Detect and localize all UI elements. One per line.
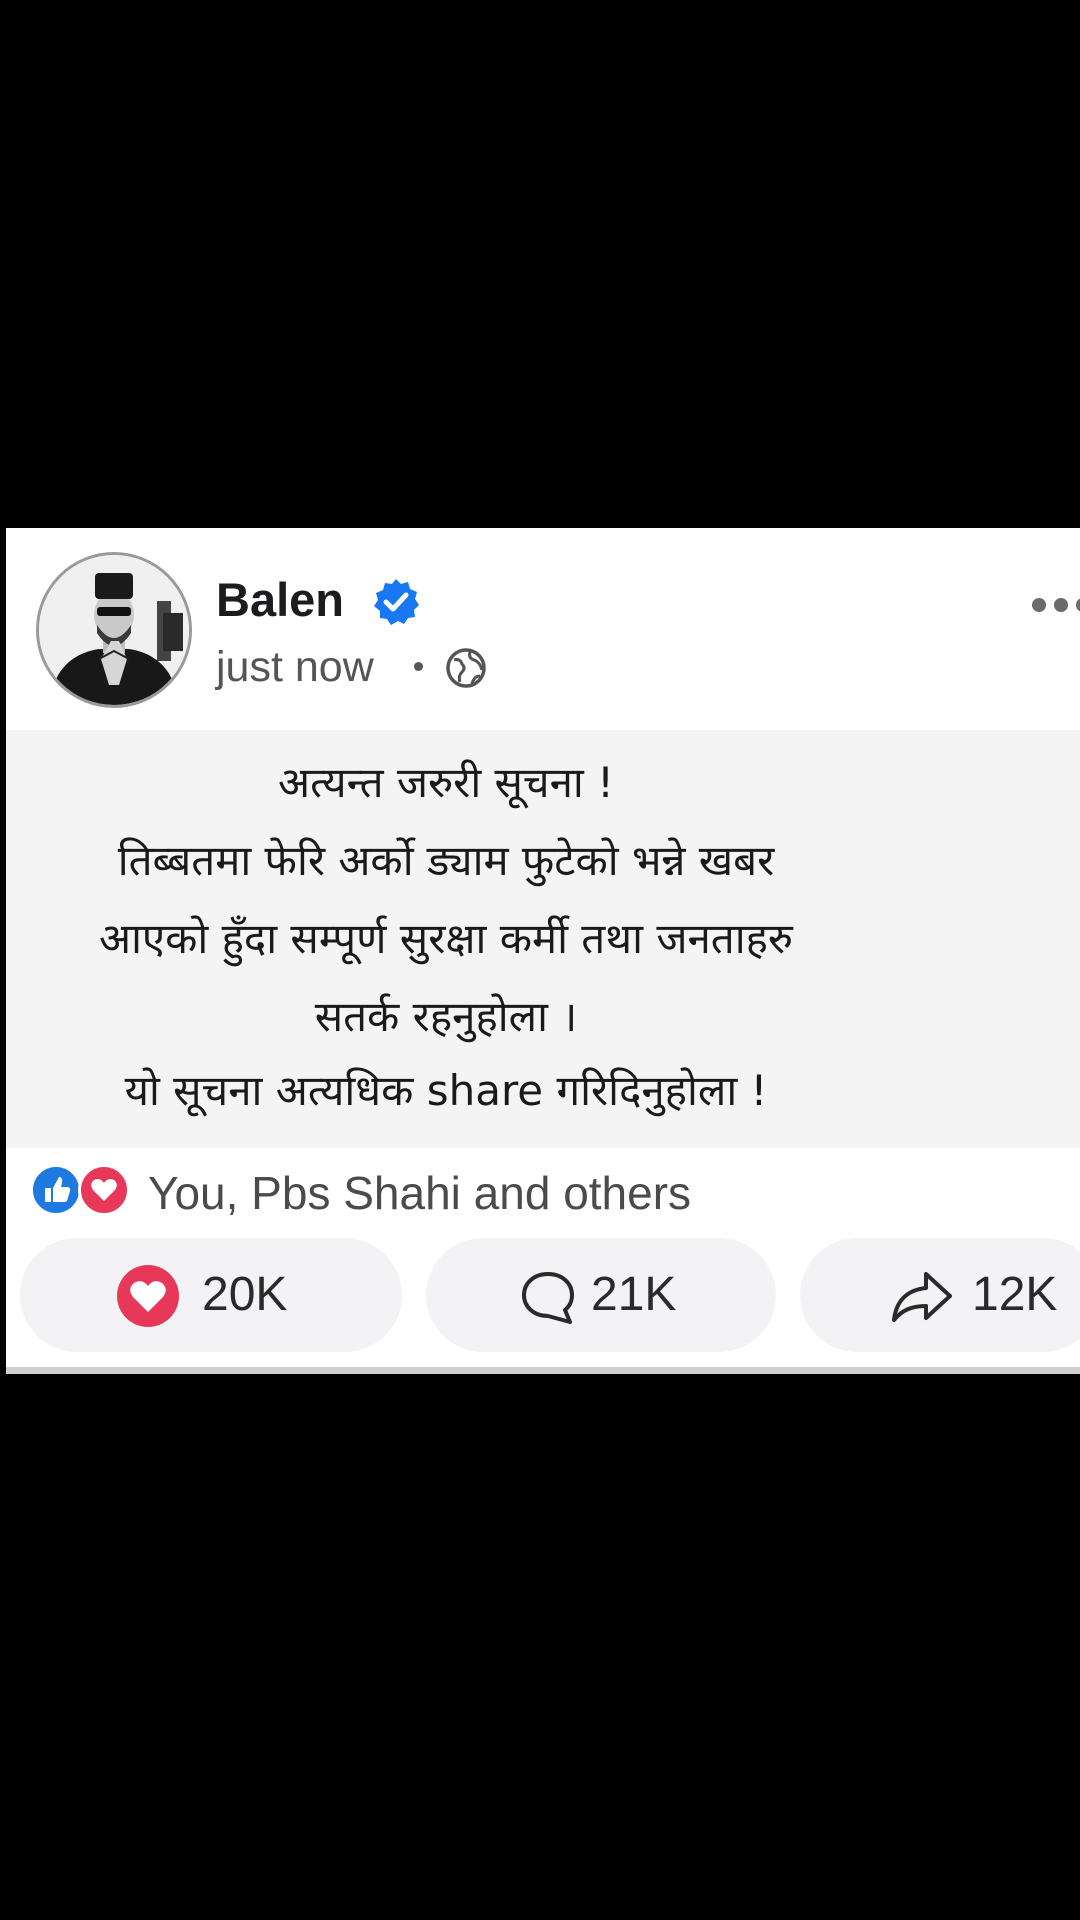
post-text-line: आएको हुँदा सम्पूर्ण सुरक्षा कर्मी तथा जन… bbox=[98, 914, 794, 963]
heart-icon bbox=[117, 1265, 179, 1327]
avatar[interactable] bbox=[36, 552, 192, 708]
comment-button[interactable]: 21K bbox=[426, 1238, 776, 1352]
share-count: 12K bbox=[972, 1268, 1058, 1321]
post-text-line: सतर्क रहनुहोला । bbox=[314, 992, 578, 1041]
card-divider bbox=[6, 1367, 1080, 1374]
like-reaction-icon bbox=[30, 1164, 82, 1216]
like-button[interactable]: 20K bbox=[20, 1238, 402, 1352]
post-card: Balen just now अत्यन्त जरुरी सूचना ! तिब… bbox=[6, 528, 1080, 1373]
globe-icon bbox=[446, 648, 486, 688]
verified-icon bbox=[374, 579, 419, 625]
reactions-text[interactable]: You, Pbs Shahi and others bbox=[148, 1170, 691, 1216]
post-text-line: यो सूचना अत्यधिक share गरिदिनुहोला ! bbox=[124, 1066, 768, 1115]
love-reaction-icon bbox=[78, 1164, 130, 1216]
comment-count: 21K bbox=[591, 1268, 677, 1321]
like-count: 20K bbox=[202, 1268, 288, 1321]
share-icon bbox=[892, 1272, 952, 1322]
avatar-image bbox=[39, 555, 189, 705]
post-text-line: तिब्बतमा फेरि अर्को ड्याम फुटेको भन्ने ख… bbox=[117, 836, 775, 885]
share-button[interactable]: 12K bbox=[800, 1238, 1080, 1352]
separator-dot bbox=[414, 662, 423, 671]
more-options-icon[interactable] bbox=[1032, 598, 1080, 614]
post-time[interactable]: just now bbox=[216, 646, 374, 689]
comment-icon bbox=[522, 1272, 574, 1324]
post-text-line: अत्यन्त जरुरी सूचना ! bbox=[278, 758, 614, 807]
author-name[interactable]: Balen bbox=[216, 576, 344, 623]
post-content: अत्यन्त जरुरी सूचना ! तिब्बतमा फेरि अर्क… bbox=[6, 730, 1080, 1148]
